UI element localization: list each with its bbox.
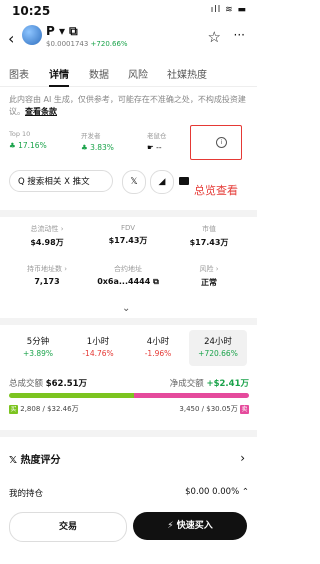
active-tab-indicator [49, 85, 69, 87]
overview-annotation: 总览查看 [194, 184, 238, 197]
chevron-right-icon: › [240, 451, 245, 465]
timeframe-change: +720.66% [198, 349, 238, 358]
buy-count: 2,808 / $32.46万 [20, 405, 79, 413]
metric-value: $17.43万 [108, 236, 148, 245]
metric-label: 风险 › [199, 265, 219, 273]
tab-details[interactable]: 详情 [49, 66, 69, 81]
sell-tag: 卖 [240, 405, 249, 414]
metric-value: 0x6a...4444 ⧉ [97, 277, 159, 286]
my-holdings-row[interactable]: 我的持仓 $0.00 0.00% ⌃ [9, 487, 249, 499]
section-divider [0, 318, 257, 325]
tab-social-heat[interactable]: 社媒热度 [167, 66, 207, 81]
price-value: $0.0001743 [46, 40, 89, 48]
metric-market-cap: 市值 $17.43万 [169, 224, 249, 248]
stat-label: Top 10 [9, 130, 31, 138]
section-divider [0, 210, 257, 217]
tab-chart[interactable]: 图表 [9, 66, 29, 81]
stat-value: ☛ -- [147, 143, 162, 152]
search-x-posts-button[interactable]: Q 搜索相关 X 推文 [9, 170, 113, 192]
metric-contract-address[interactable]: 合约地址 0x6a...4444 ⧉ [88, 264, 168, 287]
sell-volume-bar [133, 393, 249, 398]
timeframe-label: 4小时 [146, 337, 170, 347]
ai-disclaimer: 此内容由 AI 生成，仅供参考，可能存在不准确之处，不构成投资建议。查看条款 [9, 94, 247, 118]
metric-liquidity[interactable]: 总流动性 › $4.98万 [7, 224, 87, 248]
metric-value: $17.43万 [189, 238, 229, 247]
buy-sell-ratio-bar [9, 393, 249, 398]
volume-summary: 总成交额 $62.51万 净成交额 +$2.41万 [9, 377, 249, 389]
sell-count: 3,450 / $30.05万 [179, 405, 238, 413]
metric-label: 总流动性 › [30, 225, 64, 233]
heat-score-label: 𝕏 热度评分 [9, 455, 61, 466]
more-icon[interactable]: ··· [234, 28, 245, 42]
metric-holders[interactable]: 持币地址数 › 7,173 [7, 264, 87, 286]
buy-tag: 买 [9, 405, 18, 414]
tab-data[interactable]: 数据 [89, 66, 109, 81]
document-icon[interactable] [179, 177, 189, 185]
x-icon[interactable]: 𝕏 [122, 170, 146, 194]
timeframe-label: 1小时 [86, 337, 110, 347]
metric-fdv: FDV $17.43万 [88, 224, 168, 246]
stat-top10: Top 10 ♣ 17.16% [9, 130, 47, 150]
info-icon[interactable]: i [216, 137, 227, 148]
status-bar: 10:25 ıll ≋ ▬ [0, 0, 257, 22]
stat-rat-wallet: 老鼠仓 ☛ -- [147, 130, 167, 152]
timeframe-1h[interactable]: 1小时 -14.76% [69, 330, 127, 366]
token-name[interactable]: P ▾ ⧉ [46, 24, 78, 39]
tab-bar: 图表 详情 数据 风险 社媒热度 [0, 62, 257, 87]
buy-volume-bar [9, 393, 134, 398]
terms-link[interactable]: 查看条款 [25, 107, 57, 116]
metric-risk[interactable]: 风险 › 正常 [169, 264, 249, 288]
metric-label: 合约地址 [114, 265, 142, 273]
timeframe-label: 5分钟 [26, 337, 50, 347]
holdings-label: 我的持仓 [9, 489, 44, 499]
back-icon[interactable]: ‹ [8, 29, 14, 48]
token-avatar [22, 25, 42, 45]
timeframe-label: 24小时 [204, 337, 232, 347]
timeframe-4h[interactable]: 4小时 -1.96% [129, 330, 187, 366]
stat-label: 老鼠仓 [147, 132, 167, 140]
timeframe-change: -1.96% [144, 349, 172, 358]
favorite-star-icon[interactable]: ☆ [208, 28, 221, 46]
total-volume-label: 总成交额 [9, 379, 44, 389]
net-volume-label: 净成交额 [169, 379, 204, 389]
x-heat-score-row[interactable]: 𝕏 热度评分 › [9, 451, 249, 471]
metric-value: 7,173 [34, 277, 60, 286]
timeframe-5m[interactable]: 5分钟 +3.89% [9, 330, 67, 366]
token-header: ‹ P ▾ ⧉ $0.0001743 +720.66% ☆ ··· [0, 22, 257, 60]
metric-value: 正常 [201, 278, 217, 287]
token-price: $0.0001743 +720.66% [46, 40, 128, 48]
metric-value: $4.98万 [30, 238, 64, 247]
stat-label: 开发者 [81, 132, 101, 140]
holdings-value: $0.00 0.00% ⌃ [185, 487, 249, 497]
timeframe-change: -14.76% [82, 349, 114, 358]
metric-label: FDV [120, 224, 136, 232]
timeframe-24h[interactable]: 24小时 +720.66% [189, 330, 247, 366]
stat-value: ♣ 17.16% [9, 141, 47, 150]
total-volume-value: $62.51万 [45, 379, 88, 389]
system-icons: ıll ≋ ▬ [210, 5, 247, 15]
trade-button[interactable]: 交易 [9, 512, 127, 542]
section-divider [0, 430, 257, 437]
quick-buy-button[interactable]: ⚡ 快速买入 [133, 512, 247, 540]
tab-risk[interactable]: 风险 [128, 66, 148, 81]
stat-value: ♣ 3.83% [81, 143, 114, 152]
timeframe-selector: 5分钟 +3.89% 1小时 -14.76% 4小时 -1.96% 24小时 +… [9, 330, 249, 366]
stat-developer: 开发者 ♣ 3.83% [81, 130, 114, 152]
status-time: 10:25 [12, 4, 51, 18]
buy-sell-counts: 买 2,808 / $32.46万 3,450 / $30.05万 卖 [9, 404, 249, 414]
expand-chevron-down-icon[interactable]: ⌄ [122, 303, 130, 314]
price-change: +720.66% [90, 40, 128, 48]
metric-label: 市值 [202, 225, 216, 233]
telegram-icon[interactable]: ◢ [150, 170, 174, 194]
timeframe-change: +3.89% [22, 349, 54, 358]
metric-label: 持币地址数 › [26, 265, 68, 273]
net-volume-value: +$2.41万 [206, 379, 249, 389]
